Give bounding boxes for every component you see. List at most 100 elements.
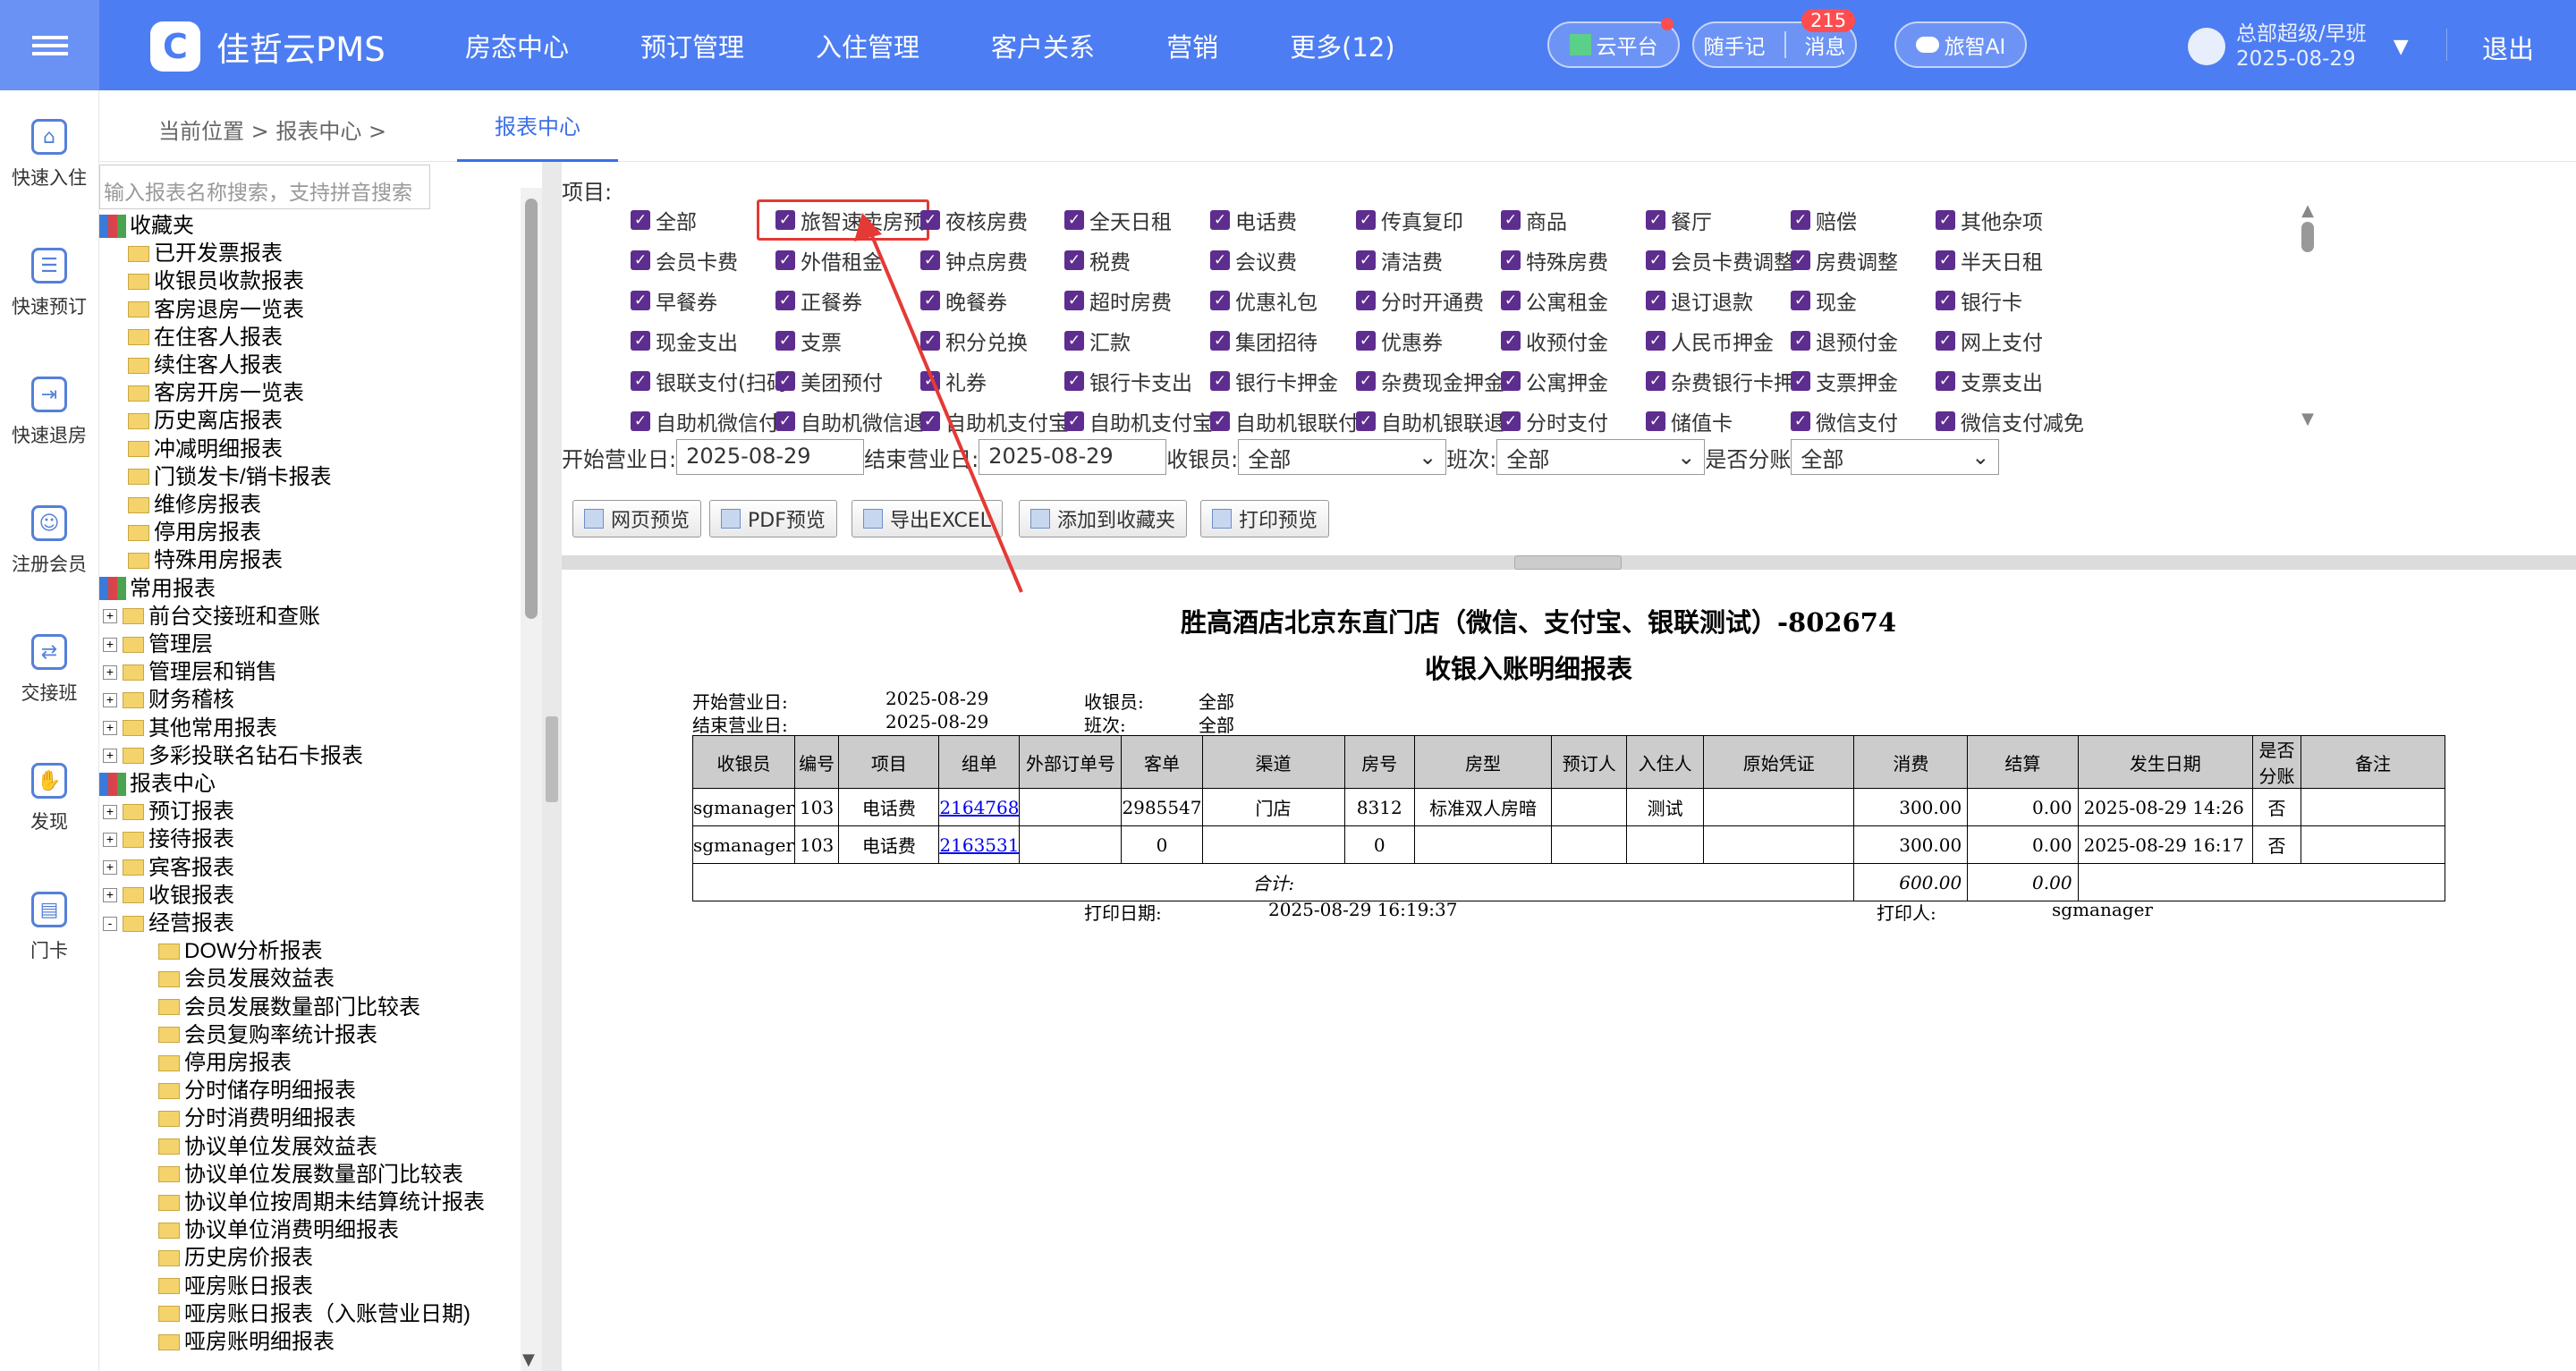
tree-item[interactable]: 协议单位发展数量部门比较表	[158, 1161, 463, 1189]
tree-item[interactable]: + 管理层	[103, 630, 213, 658]
sidebar-item[interactable]: ⇥ 快速退房	[0, 348, 98, 477]
tree-item[interactable]: + 宾客报表	[103, 854, 234, 882]
checkbox-checked-icon[interactable]: ✓	[775, 250, 795, 270]
nav-item[interactable]: 客户关系	[991, 27, 1095, 64]
item-checkbox[interactable]: ✓ 退预付金	[1791, 327, 1898, 355]
expand-icon[interactable]: +	[103, 832, 117, 847]
checkbox-checked-icon[interactable]: ✓	[1501, 210, 1521, 230]
checkbox-checked-icon[interactable]: ✓	[1210, 250, 1230, 270]
tree-item[interactable]: 门锁发卡/销卡报表	[128, 463, 332, 491]
nav-item[interactable]: 房态中心	[465, 27, 569, 64]
checkbox-checked-icon[interactable]: ✓	[1064, 331, 1084, 351]
item-checkbox[interactable]: ✓ 外借租金	[775, 247, 883, 275]
item-checkbox[interactable]: ✓ 餐厅	[1646, 207, 1712, 234]
checkbox-checked-icon[interactable]: ✓	[775, 411, 795, 431]
checkbox-checked-icon[interactable]: ✓	[631, 250, 650, 270]
order-link[interactable]: 2164768	[939, 797, 1019, 818]
checkbox-checked-icon[interactable]: ✓	[1210, 411, 1230, 431]
splitter-handle[interactable]	[1514, 555, 1622, 570]
item-checkbox[interactable]: ✓ 特殊房费	[1501, 247, 1608, 275]
item-checkbox[interactable]: ✓ 收预付金	[1501, 327, 1608, 355]
item-checkbox[interactable]: ✓ 汇款	[1064, 327, 1131, 355]
checkbox-checked-icon[interactable]: ✓	[1646, 250, 1665, 270]
expand-icon[interactable]: +	[103, 888, 117, 903]
tree-scrollbar[interactable]: ▼	[521, 188, 542, 1371]
checkbox-checked-icon[interactable]: ✓	[1646, 210, 1665, 230]
checkbox-checked-icon[interactable]: ✓	[1646, 291, 1665, 310]
checkbox-checked-icon[interactable]: ✓	[1356, 250, 1376, 270]
checkbox-checked-icon[interactable]: ✓	[631, 331, 650, 351]
cloud-platform-button[interactable]: 云平台	[1547, 21, 1680, 68]
checkbox-checked-icon[interactable]: ✓	[1064, 210, 1084, 230]
tree-item[interactable]: + 财务稽核	[103, 686, 234, 714]
item-checkbox[interactable]: ✓ 支票押金	[1791, 368, 1898, 395]
checkbox-checked-icon[interactable]: ✓	[1791, 291, 1810, 310]
checkbox-checked-icon[interactable]: ✓	[775, 331, 795, 351]
item-checkbox[interactable]: ✓ 自助机银联付	[1210, 408, 1359, 436]
checkbox-checked-icon[interactable]: ✓	[1791, 411, 1810, 431]
expand-icon[interactable]: +	[103, 692, 117, 707]
expand-icon[interactable]: +	[103, 637, 117, 652]
item-checkbox[interactable]: ✓ 银联支付(扫码	[631, 368, 787, 395]
checkbox-checked-icon[interactable]: ✓	[775, 371, 795, 391]
item-checkbox[interactable]: ✓ 早餐券	[631, 287, 717, 315]
checkbox-checked-icon[interactable]: ✓	[631, 371, 650, 391]
checkbox-checked-icon[interactable]: ✓	[1064, 371, 1084, 391]
item-checkbox[interactable]: ✓ 银行卡支出	[1064, 368, 1192, 395]
nav-item[interactable]: 营销	[1166, 27, 1218, 64]
item-checkbox[interactable]: ✓ 超时房费	[1064, 287, 1172, 315]
tree-item[interactable]: 哑房账日报表	[158, 1273, 313, 1300]
menu-toggle-icon[interactable]	[0, 0, 99, 90]
tree-item[interactable]: - 经营报表	[103, 910, 234, 937]
item-checkbox[interactable]: ✓ 正餐券	[775, 287, 862, 315]
item-checkbox[interactable]: ✓ 网上支付	[1936, 327, 2043, 355]
item-checkbox[interactable]: ✓ 会员卡费调整	[1646, 247, 1794, 275]
checkbox-checked-icon[interactable]: ✓	[1210, 291, 1230, 310]
tree-item[interactable]: 续住客人报表	[128, 351, 283, 379]
checkbox-checked-icon[interactable]: ✓	[1064, 250, 1084, 270]
split-select[interactable]: 全部 ⌄	[1791, 439, 2000, 475]
tree-item[interactable]: 哑房账明细报表	[158, 1328, 335, 1356]
cashier-select[interactable]: 全部 ⌄	[1238, 439, 1447, 475]
tree-item[interactable]: 收银员收款报表	[128, 267, 304, 295]
end-date-input[interactable]: 2025-08-29	[979, 439, 1167, 475]
item-checkbox[interactable]: ✓ 公寓租金	[1501, 287, 1608, 315]
item-checkbox[interactable]: ✓ 集团招待	[1210, 327, 1318, 355]
items-scrollbar[interactable]: ▲ ▼	[2298, 201, 2318, 428]
scroll-up-icon[interactable]: ▲	[2298, 201, 2318, 220]
item-checkbox[interactable]: ✓ 商品	[1501, 207, 1567, 234]
checkbox-checked-icon[interactable]: ✓	[1791, 250, 1810, 270]
checkbox-checked-icon[interactable]: ✓	[1936, 210, 1955, 230]
item-checkbox[interactable]: ✓ 其他杂项	[1936, 207, 2043, 234]
checkbox-checked-icon[interactable]: ✓	[1064, 411, 1084, 431]
checkbox-checked-icon[interactable]: ✓	[1356, 411, 1376, 431]
shift-select[interactable]: 全部 ⌄	[1496, 439, 1706, 475]
tree-item[interactable]: 分时消费明细报表	[158, 1104, 356, 1132]
item-checkbox[interactable]: ✓ 旅智速卖房预	[775, 207, 924, 234]
tree-item[interactable]: 历史房价报表	[158, 1244, 313, 1272]
item-checkbox[interactable]: ✓ 自助机微信退	[775, 408, 924, 436]
checkbox-checked-icon[interactable]: ✓	[1646, 331, 1665, 351]
item-checkbox[interactable]: ✓ 美团预付	[775, 368, 883, 395]
checkbox-checked-icon[interactable]: ✓	[920, 210, 940, 230]
checkbox-checked-icon[interactable]: ✓	[1501, 331, 1521, 351]
expand-icon[interactable]: +	[103, 860, 117, 876]
tree-item[interactable]: 哑房账日报表（入账营业日期)	[158, 1300, 470, 1328]
item-checkbox[interactable]: ✓ 税费	[1064, 247, 1131, 275]
expand-icon[interactable]: +	[103, 749, 117, 764]
item-checkbox[interactable]: ✓ 半天日租	[1936, 247, 2043, 275]
item-checkbox[interactable]: ✓ 退订退款	[1646, 287, 1753, 315]
expand-icon[interactable]: -	[103, 916, 117, 931]
toolbar-button[interactable]: 导出EXCEL	[852, 500, 1003, 537]
checkbox-checked-icon[interactable]: ✓	[1936, 250, 1955, 270]
checkbox-checked-icon[interactable]: ✓	[920, 411, 940, 431]
checkbox-checked-icon[interactable]: ✓	[631, 291, 650, 310]
item-checkbox[interactable]: ✓ 分时开通费	[1356, 287, 1484, 315]
tree-item[interactable]: 协议单位消费明细报表	[158, 1216, 399, 1244]
tree-item[interactable]: 特殊用房报表	[128, 546, 283, 574]
message-button[interactable]: 消息	[1805, 30, 1846, 60]
tree-item[interactable]: + 预订报表	[103, 798, 234, 825]
item-checkbox[interactable]: ✓ 自助机支付宝	[920, 408, 1069, 436]
tree-item[interactable]: 维修房报表	[128, 491, 261, 519]
item-checkbox[interactable]: ✓ 赔偿	[1791, 207, 1857, 234]
